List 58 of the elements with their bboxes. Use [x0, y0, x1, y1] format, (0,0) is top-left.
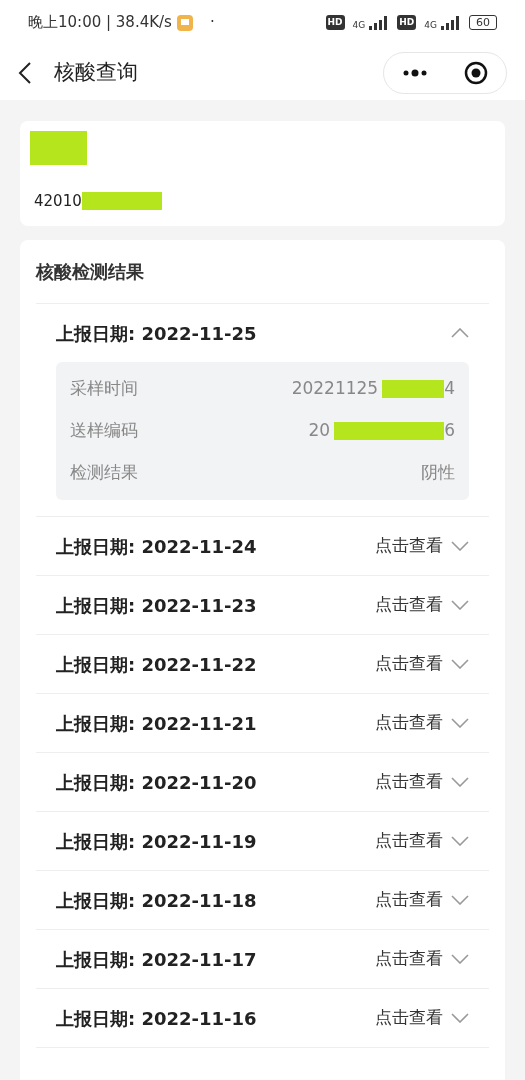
record-date: 上报日期: 2022-11-21	[56, 711, 257, 736]
record-header[interactable]: 上报日期: 2022-11-21 点击查看	[36, 694, 489, 752]
page-title: 核酸查询	[54, 58, 138, 86]
close-button[interactable]	[464, 60, 488, 85]
detail-value: 4	[444, 377, 455, 401]
record-date: 上报日期: 2022-11-25	[56, 321, 257, 346]
redaction-mark	[382, 380, 445, 398]
record-date: 上报日期: 2022-11-24	[56, 534, 257, 559]
target-icon	[464, 60, 488, 85]
detail-value: 20221125	[291, 377, 379, 401]
id-number: 42010	[34, 191, 82, 212]
view-hint: 点击查看	[375, 947, 443, 971]
signal-icon	[441, 15, 461, 30]
record-header[interactable]: 上报日期: 2022-11-18 点击查看	[36, 871, 489, 929]
record-date: 上报日期: 2022-11-23	[56, 593, 257, 618]
record-header[interactable]: 上报日期: 2022-11-20 点击查看	[36, 753, 489, 811]
record-header[interactable]: 上报日期: 2022-11-24 点击查看	[36, 517, 489, 575]
record-date: 上报日期: 2022-11-16	[56, 1006, 257, 1031]
redaction-mark	[30, 131, 87, 165]
status-dot: ·	[209, 12, 215, 34]
message-icon	[175, 13, 194, 32]
signal-icon	[369, 15, 390, 30]
detail-value: 阴性	[421, 461, 455, 485]
record-header[interactable]: 上报日期: 2022-11-16 点击查看	[36, 989, 489, 1047]
record-header[interactable]: 上报日期: 2022-11-25	[36, 304, 489, 362]
hd-badge: HD	[397, 14, 417, 31]
detail-label: 检测结果	[70, 461, 138, 485]
section-title: 核酸检测结果	[34, 260, 145, 284]
detail-value: 6	[444, 419, 455, 443]
record-date: 上报日期: 2022-11-17	[56, 947, 257, 972]
view-hint: 点击查看	[375, 1006, 443, 1030]
view-hint: 点击查看	[375, 888, 443, 912]
record-date: 上报日期: 2022-11-22	[56, 652, 257, 677]
record-date: 上报日期: 2022-11-20	[56, 770, 257, 795]
network-label: 4G	[424, 20, 437, 30]
record-header[interactable]: 上报日期: 2022-11-23 点击查看	[36, 576, 489, 634]
record-date: 上报日期: 2022-11-19	[56, 829, 257, 854]
view-hint: 点击查看	[375, 534, 443, 558]
view-hint: 点击查看	[375, 711, 443, 735]
record-header[interactable]: 上报日期: 2022-11-22 点击查看	[36, 635, 489, 693]
status-time: 晚上10:00 | 38.4K/s	[28, 12, 172, 34]
detail-value: 20	[308, 419, 331, 443]
more-icon	[402, 68, 428, 77]
view-hint: 点击查看	[375, 652, 443, 676]
back-button[interactable]	[18, 60, 32, 85]
back-icon	[18, 60, 32, 85]
hd-badge: HD	[325, 14, 345, 31]
more-button[interactable]	[402, 68, 428, 77]
record-header[interactable]: 上报日期: 2022-11-17 点击查看	[36, 930, 489, 988]
battery-indicator: 60	[469, 15, 497, 30]
detail-label: 采样时间	[70, 377, 138, 401]
view-hint: 点击查看	[375, 593, 443, 617]
view-hint: 点击查看	[375, 770, 443, 794]
view-hint: 点击查看	[375, 829, 443, 853]
network-label: 4G	[352, 20, 366, 30]
record-date: 上报日期: 2022-11-18	[56, 888, 257, 913]
detail-label: 送样编码	[70, 419, 138, 443]
record-header[interactable]: 上报日期: 2022-11-19 点击查看	[36, 812, 489, 870]
